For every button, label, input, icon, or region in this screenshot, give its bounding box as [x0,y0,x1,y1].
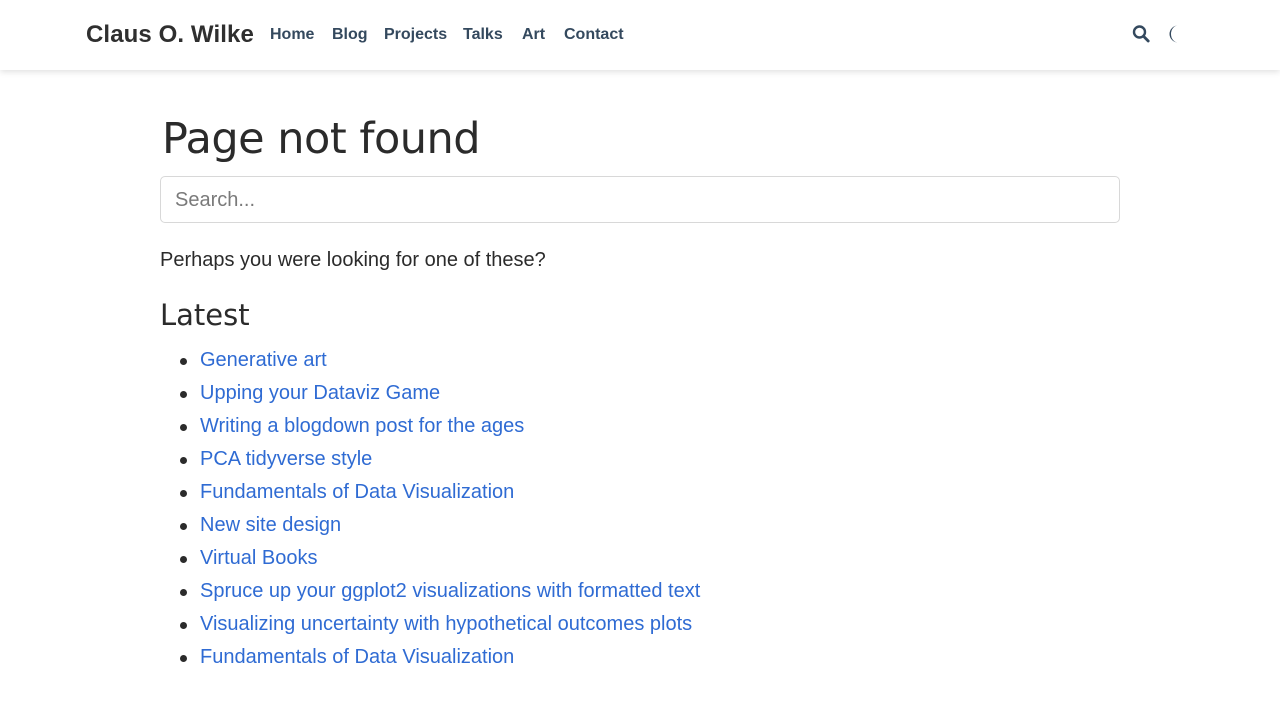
post-link[interactable]: Spruce up your ggplot2 visualizations wi… [200,580,700,602]
search-icon[interactable] [1132,24,1150,44]
list-item: PCA tidyverse style [160,443,700,476]
post-link[interactable]: Virtual Books [200,547,317,569]
bullet-icon [180,457,187,464]
bullet-icon [180,424,187,431]
list-item: Spruce up your ggplot2 visualizations wi… [160,575,700,608]
list-item: New site design [160,509,700,542]
bullet-icon [180,490,187,497]
top-navbar: Claus O. Wilke Home Blog Projects Talks … [0,0,1280,70]
nav-contact-link[interactable]: Contact [564,24,624,46]
nav-projects-link[interactable]: Projects [384,24,447,46]
list-item: Fundamentals of Data Visualization [160,476,700,509]
moon-icon[interactable] [1167,23,1185,45]
bullet-icon [180,391,187,398]
list-item: Fundamentals of Data Visualization [160,641,700,674]
suggestion-text: Perhaps you were looking for one of thes… [160,249,546,271]
nav-art-link[interactable]: Art [522,24,545,46]
bullet-icon [180,589,187,596]
post-link[interactable]: PCA tidyverse style [200,448,372,470]
list-item: Visualizing uncertainty with hypothetica… [160,608,700,641]
bullet-icon [180,358,187,365]
list-item: Virtual Books [160,542,700,575]
post-link[interactable]: New site design [200,514,341,536]
bullet-icon [180,655,187,662]
list-item: Writing a blogdown post for the ages [160,410,700,443]
bullet-icon [180,523,187,530]
page-title: Page not found [162,114,481,164]
search-input[interactable] [175,187,775,213]
post-link[interactable]: Fundamentals of Data Visualization [200,481,514,503]
nav-home-link[interactable]: Home [270,24,314,46]
latest-heading: Latest [160,298,250,332]
site-brand-link[interactable]: Claus O. Wilke [86,21,254,49]
post-link[interactable]: Writing a blogdown post for the ages [200,415,524,437]
list-item: Generative art [160,344,700,377]
nav-blog-link[interactable]: Blog [332,24,368,46]
post-link[interactable]: Generative art [200,349,327,371]
list-item: Upping your Dataviz Game [160,377,700,410]
post-link[interactable]: Fundamentals of Data Visualization [200,646,514,668]
search-box [160,176,1120,223]
latest-posts-list: Generative art Upping your Dataviz Game … [160,344,700,674]
post-link[interactable]: Visualizing uncertainty with hypothetica… [200,613,692,635]
bullet-icon [180,622,187,629]
post-link[interactable]: Upping your Dataviz Game [200,382,440,404]
bullet-icon [180,556,187,563]
nav-talks-link[interactable]: Talks [463,24,503,46]
